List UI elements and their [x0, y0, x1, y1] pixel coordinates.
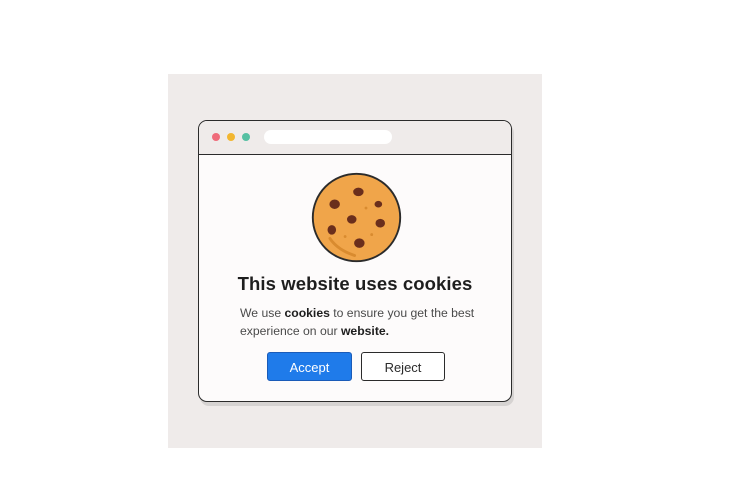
maximize-dot-icon[interactable]: [242, 133, 250, 141]
cookie-icon: [311, 172, 402, 263]
dialog-title: This website uses cookies: [237, 273, 473, 294]
message-bold-cookies: cookies: [284, 306, 330, 320]
browser-window: This website uses cookies We use cookies…: [198, 120, 512, 402]
message-text-1: We use: [240, 306, 285, 320]
reject-button[interactable]: Reject: [361, 352, 445, 381]
minimize-dot-icon[interactable]: [227, 133, 235, 141]
browser-titlebar: [199, 121, 511, 155]
accept-button[interactable]: Accept: [267, 352, 352, 381]
address-bar[interactable]: [264, 130, 392, 144]
message-bold-website: website: [340, 324, 386, 338]
page: This website uses cookies We use cookies…: [0, 0, 750, 500]
message-period: .: [385, 324, 390, 338]
close-dot-icon[interactable]: [212, 133, 220, 141]
dialog-message: We use cookies to ensure you get the bes…: [240, 304, 480, 340]
